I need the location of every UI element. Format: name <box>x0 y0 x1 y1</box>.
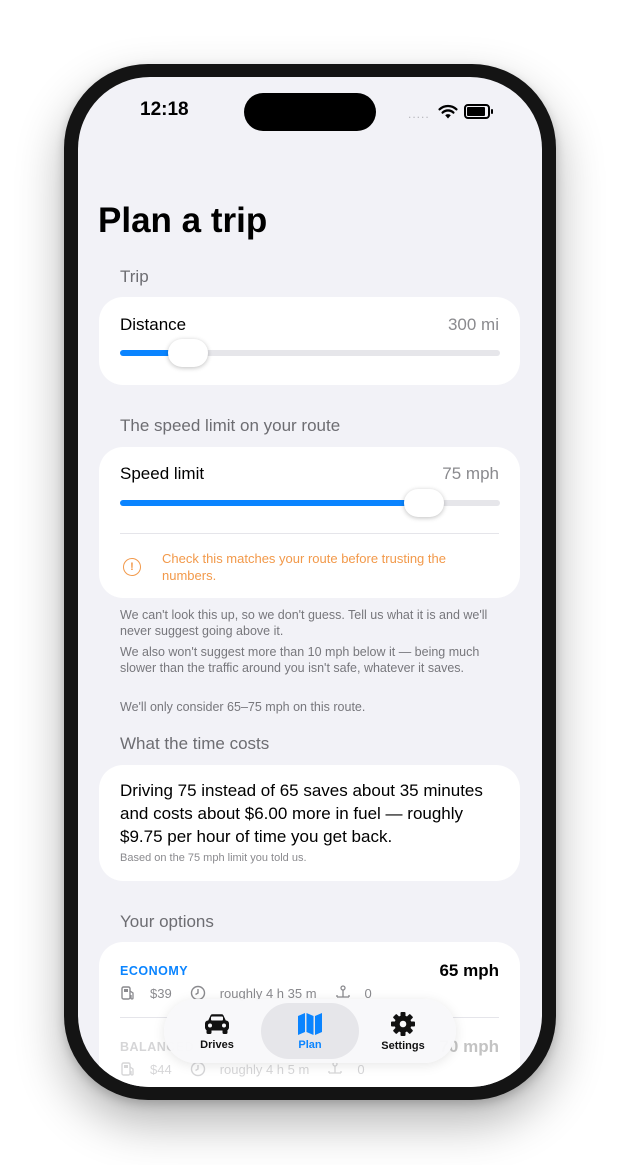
speed-limit-warning: Check this matches your route before tru… <box>162 551 446 583</box>
tab-label: Drives <box>200 1038 234 1051</box>
time-cost-card: Driving 75 instead of 65 saves about 35 … <box>99 765 520 881</box>
tab-label: Plan <box>298 1038 322 1051</box>
page-title: Plan a trip <box>98 201 268 240</box>
signal-dots: ..... <box>408 107 430 121</box>
distance-value: 300 mi <box>447 315 499 334</box>
distance-card: Distance 300 mi <box>99 297 520 385</box>
battery-icon <box>463 103 493 119</box>
speed-limit-value: 75 mph <box>442 464 499 483</box>
options-section-label: Your options <box>120 912 214 931</box>
tab-bar: Drives Plan Settings <box>164 999 456 1063</box>
speed-note-2: We also won't suggest more than 10 mph b… <box>120 645 480 675</box>
tab-drives[interactable]: Drives <box>168 1003 266 1059</box>
fuel-pump-icon <box>120 985 136 1001</box>
tab-plan[interactable]: Plan <box>261 1003 359 1059</box>
warning-icon: ! <box>123 558 141 576</box>
trip-section-label: Trip <box>120 267 149 286</box>
clock-icon <box>190 1061 206 1077</box>
speed-section-label: The speed limit on your route <box>120 416 341 435</box>
option-fuel-cost: $39 <box>150 985 172 1001</box>
wifi-icon <box>438 104 458 118</box>
phone-frame: 12:18 ..... Plan a trip Trip Distance 30… <box>64 64 556 1100</box>
fuel-pump-icon <box>120 1061 136 1077</box>
speed-note-3: We'll only consider 65–75 mph on this ro… <box>120 700 366 714</box>
tab-label: Settings <box>381 1039 425 1052</box>
speed-limit-slider-fill <box>120 500 424 506</box>
map-icon <box>298 1012 322 1035</box>
speed-limit-card: Speed limit 75 mph ! Check this matches … <box>99 447 520 598</box>
option-speed: 65 mph <box>439 961 499 980</box>
dynamic-island <box>244 93 376 131</box>
distance-label: Distance <box>120 315 187 334</box>
car-icon <box>205 1013 229 1034</box>
status-icons: ..... <box>408 101 493 121</box>
card-divider <box>120 533 499 534</box>
speed-limit-slider-thumb[interactable] <box>404 489 444 517</box>
option-duration: roughly 4 h 5 m <box>219 1061 310 1077</box>
speed-note-1: We can't look this up, so we don't guess… <box>120 608 488 638</box>
status-time: 12:18 <box>140 99 189 120</box>
speed-limit-slider[interactable] <box>120 489 500 517</box>
option-name: ECONOMY <box>120 964 189 978</box>
option-fuel-cost: $44 <box>150 1061 172 1077</box>
tab-settings[interactable]: Settings <box>354 1003 452 1059</box>
app-screen: 12:18 ..... Plan a trip Trip Distance 30… <box>78 77 542 1087</box>
speed-limit-label: Speed limit <box>120 464 205 483</box>
distance-slider-thumb[interactable] <box>168 339 209 367</box>
distance-slider[interactable] <box>120 339 500 367</box>
time-cost-note: Based on the 75 mph limit you told us. <box>120 852 307 864</box>
time-cost-section-label: What the time costs <box>120 734 270 753</box>
time-cost-summary: Driving 75 instead of 65 saves about 35 … <box>120 781 483 846</box>
option-count: 0 <box>357 1061 365 1077</box>
gear-icon <box>391 1011 415 1036</box>
joystick-icon <box>327 1061 343 1077</box>
